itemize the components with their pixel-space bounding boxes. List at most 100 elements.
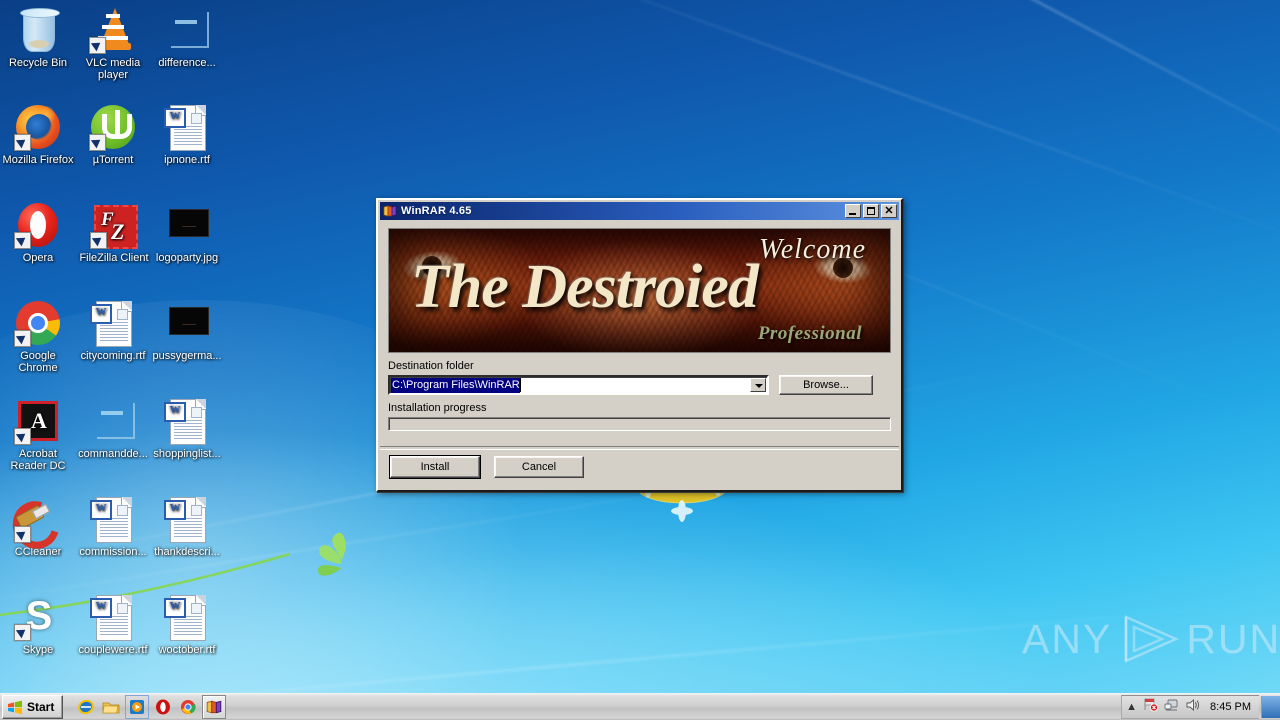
- taskbar-windows-explorer-icon[interactable]: [100, 696, 122, 718]
- minimize-button[interactable]: [845, 204, 861, 218]
- play-triangle-logo: [1125, 615, 1180, 663]
- taskbar-clock[interactable]: 8:45 PM: [1206, 701, 1255, 713]
- destination-folder-value[interactable]: C:\Program Files\WinRAR: [391, 377, 520, 393]
- taskbar[interactable]: Start ▲ 8:45 PM: [0, 693, 1280, 720]
- taskbar-opera-icon[interactable]: [152, 696, 174, 718]
- skype-icon: S: [14, 593, 62, 641]
- cancel-button[interactable]: Cancel: [494, 456, 584, 478]
- windows-flag-icon: [7, 700, 23, 715]
- shortcut-overlay-icon: [14, 134, 31, 151]
- winrar-books-icon: [383, 204, 397, 218]
- filezilla-icon: FZ: [90, 201, 138, 249]
- firefox-icon: [14, 103, 62, 151]
- close-button[interactable]: ✕: [881, 204, 897, 218]
- desktop-icon-label: FileZilla Client: [79, 252, 149, 264]
- network-icon[interactable]: [1164, 698, 1179, 717]
- recycle-bin-icon: [14, 6, 62, 54]
- desktop-icon-logoparty-jpg[interactable]: logoparty.jpg: [149, 201, 225, 264]
- maximize-button[interactable]: [863, 204, 879, 218]
- desktop-icon-mozilla-firefox[interactable]: Mozilla Firefox: [0, 103, 76, 166]
- desktop-icon-pussygerma[interactable]: pussygerma...: [149, 299, 225, 362]
- start-button-label: Start: [27, 700, 55, 714]
- image-thumbnail-icon: [163, 299, 211, 347]
- rtf-document-icon: W: [89, 299, 137, 347]
- installer-banner-image: Welcome The Destroied Professional: [388, 228, 891, 353]
- separator: [380, 446, 899, 450]
- dialog-button-row: Install Cancel: [389, 455, 584, 479]
- quick-launch-bar: [75, 695, 227, 719]
- desktop-icon-commission[interactable]: W commission...: [73, 495, 153, 558]
- taskbar-internet-explorer-icon[interactable]: [75, 696, 97, 718]
- rtf-document-icon: W: [163, 495, 211, 543]
- acrobat-reader-icon: A: [14, 397, 62, 445]
- opera-icon: [14, 201, 62, 249]
- shortcut-overlay-icon: [14, 526, 31, 543]
- installation-progress-label: Installation progress: [388, 402, 487, 414]
- shortcut-overlay-icon: [14, 330, 31, 347]
- banner-title-text: The Destroied: [411, 253, 759, 321]
- vlc-media-player-icon: [89, 6, 137, 54]
- desktop-icon-recycle-bin[interactable]: Recycle Bin: [0, 6, 76, 69]
- shortcut-overlay-icon: [89, 134, 106, 151]
- desktop-icon-label: VLC media player: [85, 57, 141, 81]
- desktop-icon-label: commission...: [79, 546, 147, 558]
- desktop-icon-label: Google Chrome: [18, 350, 58, 374]
- desktop-icon-ipnone-rtf[interactable]: W ipnone.rtf: [149, 103, 225, 166]
- shortcut-overlay-icon: [14, 428, 31, 445]
- system-tray[interactable]: ▲ 8:45 PM: [1121, 695, 1259, 719]
- image-thumbnail-icon: [163, 201, 211, 249]
- volume-icon[interactable]: [1185, 698, 1200, 717]
- desktop-icon-label: couplewere.rtf: [78, 644, 148, 656]
- wallpaper-sun-icon: [636, 487, 728, 522]
- winrar-installer-window[interactable]: WinRAR 4.65 ✕ Welcome The Destroied Prof…: [376, 198, 903, 492]
- desktop-icon-citycoming-rtf[interactable]: W citycoming.rtf: [73, 299, 153, 362]
- desktop-icon-filezilla-client[interactable]: FZ FileZilla Client: [73, 201, 155, 264]
- desktop-icon-skype[interactable]: S Skype: [0, 593, 76, 656]
- desktop-icon-label: Skype: [22, 644, 54, 656]
- wallpaper-streak: [795, 0, 1280, 166]
- shortcut-overlay-icon: [14, 624, 31, 641]
- install-button[interactable]: Install: [389, 455, 481, 479]
- destination-folder-label: Destination folder: [388, 360, 474, 372]
- desktop-icon-couplewere-rtf[interactable]: W couplewere.rtf: [73, 593, 153, 656]
- watermark-text-right: RUN: [1186, 616, 1280, 662]
- desktop-icon-label: Mozilla Firefox: [2, 154, 74, 166]
- blank-file-icon: [163, 6, 211, 54]
- desktop-icon-label: Recycle Bin: [8, 57, 68, 69]
- desktop-icon-ccleaner[interactable]: CCleaner: [0, 493, 76, 558]
- show-desktop-icon[interactable]: [1261, 696, 1280, 718]
- taskbar-winrar-icon[interactable]: [202, 695, 227, 719]
- winrar-body: Welcome The Destroied Professional Desti…: [378, 220, 901, 431]
- desktop-icon-label: µTorrent: [92, 154, 134, 166]
- flag-alert-icon[interactable]: [1143, 697, 1159, 717]
- shortcut-overlay-icon: [14, 232, 31, 249]
- utorrent-icon: [89, 103, 137, 151]
- chrome-icon: [14, 299, 62, 347]
- desktop-icon-shoppinglist[interactable]: W shoppinglist...: [149, 397, 225, 460]
- desktop-icon-label: pussygerma...: [152, 350, 222, 362]
- destination-folder-combobox[interactable]: C:\Program Files\WinRAR: [388, 375, 769, 395]
- chevron-up-icon[interactable]: ▲: [1126, 701, 1137, 713]
- start-button[interactable]: Start: [2, 695, 64, 719]
- desktop-icon-label: citycoming.rtf: [80, 350, 146, 362]
- desktop-icon-vlc-media-player[interactable]: VLC media player: [75, 6, 151, 81]
- desktop-icon-woctober-rtf[interactable]: W woctober.rtf: [149, 593, 225, 656]
- winrar-titlebar[interactable]: WinRAR 4.65 ✕: [380, 202, 899, 220]
- browse-button[interactable]: Browse...: [779, 375, 873, 395]
- desktop-icon-label: commandde...: [78, 448, 148, 460]
- desktop-icon-label: shoppinglist...: [153, 448, 221, 460]
- desktop[interactable]: Recycle Bin VLC media player difference.…: [0, 0, 1280, 720]
- desktop-icon-acrobat-reader-dc[interactable]: A Acrobat Reader DC: [0, 397, 76, 472]
- shortcut-overlay-icon: [89, 37, 106, 54]
- desktop-icon-utorrent[interactable]: µTorrent: [75, 103, 151, 166]
- chevron-down-icon[interactable]: [750, 378, 766, 392]
- desktop-icon-label: Acrobat Reader DC: [10, 448, 66, 472]
- desktop-icon-label: Opera: [22, 252, 54, 264]
- desktop-icon-google-chrome[interactable]: Google Chrome: [0, 299, 76, 374]
- desktop-icon-opera[interactable]: Opera: [0, 201, 76, 264]
- desktop-icon-thankdescri[interactable]: W thankdescri...: [149, 495, 225, 558]
- taskbar-chrome-icon[interactable]: [177, 696, 199, 718]
- desktop-icon-difference[interactable]: difference...: [149, 6, 225, 69]
- desktop-icon-commandde[interactable]: commandde...: [73, 397, 153, 460]
- taskbar-windows-media-player-icon[interactable]: [125, 695, 150, 719]
